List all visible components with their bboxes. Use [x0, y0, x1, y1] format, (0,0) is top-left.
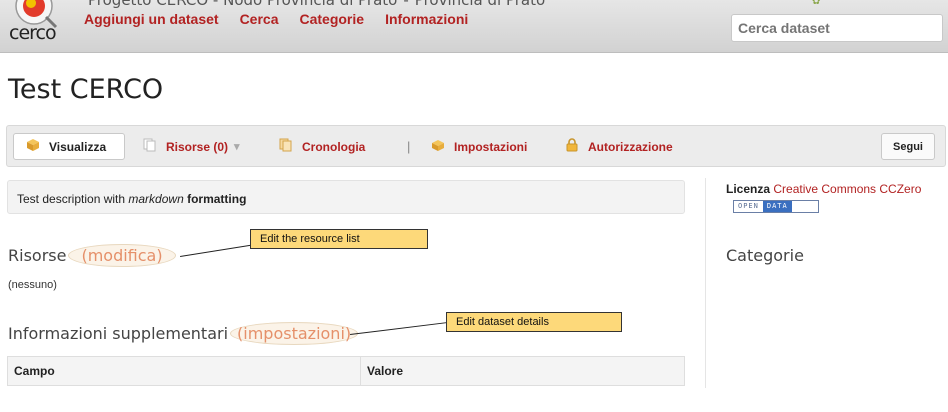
resources-heading: Risorse (modifica) — [8, 244, 176, 267]
site-title-part1: Progetto CERCO - Nodo Provincia di Prato — [88, 0, 398, 9]
tab-view[interactable]: Visualizza — [13, 133, 125, 160]
site-title[interactable]: Progetto CERCO - Nodo Provincia di Prato… — [88, 0, 545, 9]
user-icon[interactable]: ✿ — [812, 0, 820, 7]
toolbar-separator: | — [407, 139, 411, 154]
page-title: Test CERCO — [8, 74, 164, 105]
additional-info-title: Informazioni supplementari — [8, 324, 229, 343]
open-data-left: OPEN — [734, 201, 763, 212]
nav-categories[interactable]: Categorie — [299, 11, 364, 27]
logo-text: cerco — [9, 22, 57, 44]
dataset-toolbar: Visualizza Risorse (0) Cronologia | Impo… — [6, 125, 946, 167]
site-header: cerco Progetto CERCO - Nodo Provincia di… — [0, 0, 948, 53]
tooltip-edit-details: Edit dataset details — [446, 312, 622, 332]
site-title-part2: Provincia di Prato — [414, 0, 546, 9]
column-header-field: Campo — [7, 356, 361, 386]
description-bold: formatting — [187, 192, 247, 206]
follow-button[interactable]: Segui — [881, 133, 935, 160]
documents-icon — [143, 138, 157, 155]
license-label: Licenza — [726, 182, 771, 196]
main-nav: Aggiungi un dataset Cerca Categorie Info… — [84, 11, 489, 27]
settings-package-icon — [431, 138, 445, 155]
search-input[interactable] — [731, 14, 943, 42]
nav-search[interactable]: Cerca — [240, 11, 279, 27]
additional-info-table: Campo Valore — [7, 356, 685, 386]
lock-icon — [565, 138, 579, 155]
resources-empty: (nessuno) — [8, 279, 57, 291]
nav-add-dataset[interactable]: Aggiungi un dataset — [84, 11, 219, 27]
sidebar: Licenza Creative Commons CCZero OPEN DATA… — [705, 178, 948, 388]
history-icon — [279, 138, 293, 155]
tab-authorization[interactable]: Autorizzazione — [565, 133, 673, 160]
resources-title: Risorse — [8, 246, 67, 265]
additional-info-edit-link[interactable]: (impostazioni) — [230, 322, 359, 345]
package-icon — [26, 138, 40, 155]
license-link[interactable]: Creative Commons CCZero — [773, 182, 921, 196]
tab-history-label: Cronologia — [302, 139, 366, 154]
categories-heading: Categorie — [726, 246, 804, 265]
nav-info[interactable]: Informazioni — [385, 11, 468, 27]
tooltip-leader-details — [350, 321, 450, 335]
additional-info-heading: Informazioni supplementari (impostazioni) — [8, 322, 359, 345]
tab-settings-label: Impostazioni — [454, 139, 528, 154]
site-logo[interactable]: cerco — [4, 0, 72, 44]
site-title-separator: - — [403, 0, 409, 9]
tab-history[interactable]: Cronologia — [279, 133, 365, 160]
tooltip-leader-resources — [180, 244, 254, 257]
tab-authorization-label: Autorizzazione — [588, 139, 673, 154]
license-info: Licenza Creative Commons CCZero — [726, 182, 921, 196]
dataset-description: Test description with markdown formattin… — [7, 180, 685, 214]
tooltip-edit-resources: Edit the resource list — [250, 229, 428, 249]
open-data-badge[interactable]: OPEN DATA — [733, 200, 819, 213]
tab-settings[interactable]: Impostazioni — [431, 133, 527, 160]
description-emphasis: markdown — [128, 192, 184, 206]
description-text: Test description with — [17, 192, 129, 206]
tab-view-label: Visualizza — [49, 139, 107, 154]
open-data-right: DATA — [762, 201, 792, 212]
column-header-value: Valore — [360, 356, 685, 386]
tab-resources-label: Risorse (0) — [166, 139, 229, 154]
resources-edit-link[interactable]: (modifica) — [68, 244, 176, 267]
table-header-row: Campo Valore — [7, 356, 685, 386]
tab-resources[interactable]: Risorse (0) — [143, 133, 240, 160]
